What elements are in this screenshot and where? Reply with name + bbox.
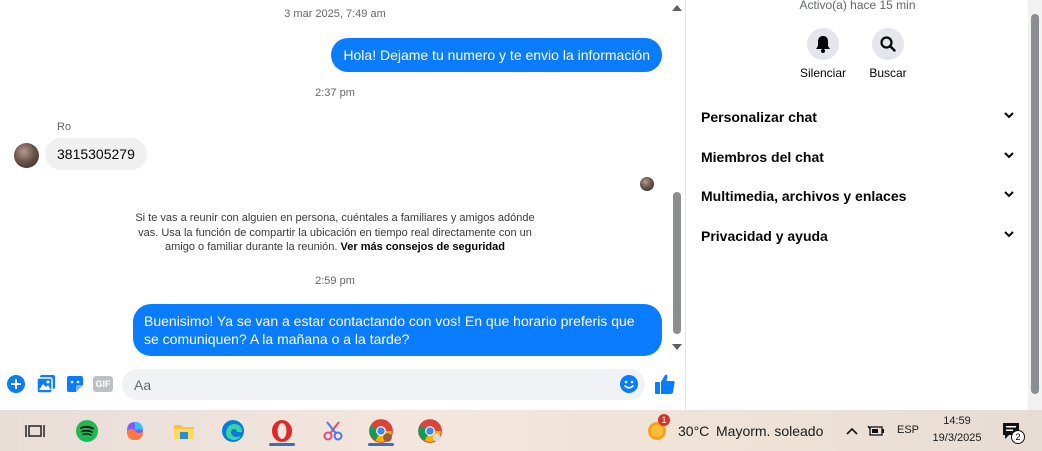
composer: GIF Aa (0, 362, 685, 408)
chat-area: 3 mar 2025, 7:49 am Hola! Dejame tu nume… (0, 0, 685, 410)
chevron-up-icon[interactable] (842, 416, 862, 446)
snipping-tool-icon[interactable] (318, 416, 348, 446)
plus-icon[interactable] (7, 375, 25, 393)
opera-icon[interactable] (267, 416, 297, 446)
message-input[interactable]: Aa (122, 369, 645, 400)
scroll-up-arrow-icon[interactable] (672, 5, 682, 11)
outgoing-message[interactable]: Buenisimo! Ya se van a estar contactando… (133, 304, 662, 356)
section-customize-chat[interactable]: Personalizar chat (701, 109, 1016, 125)
search-button[interactable] (872, 28, 904, 60)
copilot-icon[interactable] (120, 416, 150, 446)
mute-button[interactable] (807, 28, 839, 60)
emoji-icon[interactable] (620, 375, 638, 393)
weather-description[interactable]: Mayorm. soleado (716, 423, 823, 439)
gif-icon[interactable]: GIF (93, 376, 113, 392)
section-label: Miembros del chat (701, 149, 824, 165)
search-icon (880, 36, 896, 52)
bell-icon (816, 36, 830, 53)
section-media-files-links[interactable]: Multimedia, archivos y enlaces (701, 188, 1016, 204)
search-label: Buscar (869, 66, 907, 80)
task-view-icon[interactable] (20, 416, 50, 446)
active-app-indicator (269, 443, 295, 446)
chevron-down-icon (1004, 112, 1014, 119)
language-indicator[interactable]: ESP (897, 424, 919, 436)
windows-taskbar: 1 30°C Mayorm. soleado ESP 14:59 19/3/20… (0, 410, 1042, 451)
active-status: Activo(a) hace 15 min (799, 0, 916, 12)
page-scrollbar-thumb[interactable] (1031, 14, 1039, 394)
safety-notice: Si te vas a reunir con alguien en person… (125, 211, 545, 255)
chrome-profile-icon[interactable] (366, 416, 396, 446)
section-chat-members[interactable]: Miembros del chat (701, 149, 1016, 165)
image-icon[interactable] (36, 374, 56, 394)
sticker-icon[interactable] (65, 374, 85, 394)
notifications-icon[interactable]: 2 (996, 416, 1026, 446)
read-receipt-avatar (640, 177, 654, 191)
chevron-down-icon (1004, 152, 1014, 159)
sender-name: Ro (57, 121, 72, 133)
clock-date[interactable]: 19/3/2025 (928, 432, 986, 444)
chat-scrollbar-thumb[interactable] (673, 192, 681, 334)
safety-tips-link[interactable]: Ver más consejos de seguridad (341, 241, 505, 253)
thumbs-up-icon[interactable] (654, 373, 676, 395)
weather-badge: 1 (658, 414, 670, 426)
section-label: Privacidad y ayuda (701, 228, 828, 244)
active-app-indicator (368, 443, 394, 446)
clock-time[interactable]: 14:59 (934, 415, 980, 427)
temperature[interactable]: 30°C (678, 423, 709, 439)
chat-scrollbar[interactable] (670, 0, 684, 355)
timestamp: 2:37 pm (315, 87, 355, 99)
conversation-info-panel: Activo(a) hace 15 min Silenciar Buscar P… (685, 0, 1028, 410)
section-label: Multimedia, archivos y enlaces (701, 188, 907, 204)
section-privacy-help[interactable]: Privacidad y ayuda (701, 228, 1016, 244)
chevron-down-icon (1004, 191, 1014, 198)
battery-icon[interactable] (865, 416, 887, 446)
timestamp: 3 mar 2025, 7:49 am (284, 8, 386, 20)
section-label: Personalizar chat (701, 109, 817, 125)
weather-icon[interactable]: 1 (645, 414, 671, 443)
chevron-down-icon (1004, 231, 1014, 238)
scroll-down-arrow-icon[interactable] (672, 344, 682, 350)
outgoing-message[interactable]: Hola! Dejame tu numero y te envio la inf… (331, 38, 662, 72)
contact-avatar[interactable] (14, 143, 39, 168)
mute-label: Silenciar (799, 66, 847, 80)
chrome-icon[interactable] (415, 416, 445, 446)
page-scrollbar[interactable] (1028, 0, 1042, 410)
spotify-icon[interactable] (72, 416, 102, 446)
file-explorer-icon[interactable] (169, 416, 199, 446)
edge-icon[interactable] (218, 416, 248, 446)
notification-count: 2 (1011, 430, 1025, 444)
timestamp: 2:59 pm (315, 275, 355, 287)
incoming-message[interactable]: 3815305279 (45, 138, 147, 170)
